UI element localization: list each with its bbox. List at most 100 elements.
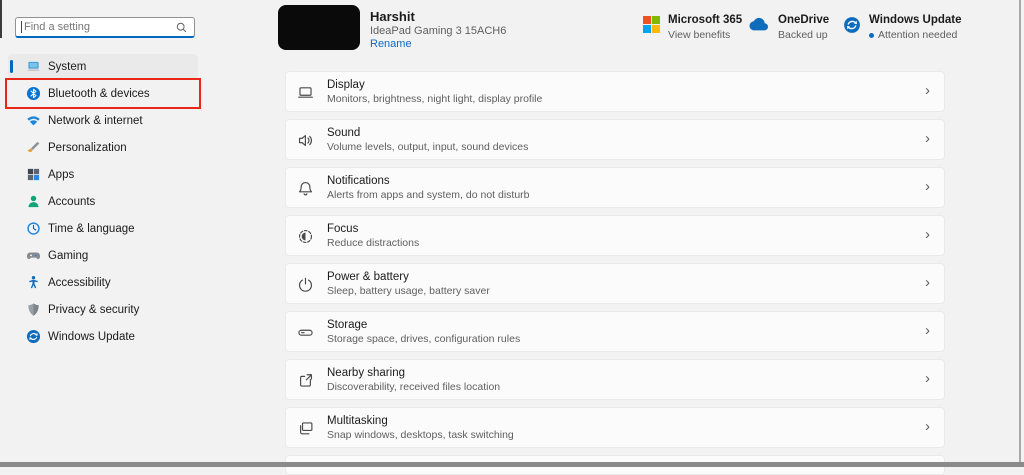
sidebar-item-label: Apps <box>48 169 74 181</box>
sidebar-item-bluetooth-devices[interactable]: Bluetooth & devices <box>8 81 198 106</box>
sidebar-item-system[interactable]: System <box>8 54 198 79</box>
sidebar-item-label: Personalization <box>48 142 127 154</box>
settings-row-nearby-sharing[interactable]: Nearby sharing Discoverability, received … <box>285 359 945 400</box>
badge-title: OneDrive <box>778 14 829 26</box>
chevron-right-icon: › <box>925 82 930 99</box>
chevron-right-icon: › <box>925 322 930 339</box>
sidebar-item-label: Windows Update <box>48 331 135 343</box>
chevron-right-icon: › <box>925 178 930 195</box>
sidebar-item-windows-update[interactable]: Windows Update <box>8 324 198 349</box>
row-subtitle: Sleep, battery usage, battery saver <box>327 285 490 297</box>
apps-icon <box>26 167 41 182</box>
focus-icon <box>297 228 314 245</box>
windows-update-badge-icon <box>843 16 861 34</box>
row-title: Display <box>327 79 542 91</box>
row-title: Multitasking <box>327 415 514 427</box>
row-subtitle: Monitors, brightness, night light, displ… <box>327 93 542 105</box>
bluetooth-icon <box>26 86 41 101</box>
settings-row-focus[interactable]: Focus Reduce distractions › <box>285 215 945 256</box>
rename-link[interactable]: Rename <box>370 38 412 50</box>
row-subtitle: Snap windows, desktops, task switching <box>327 429 514 441</box>
badge-windows-update[interactable]: Windows Update Attention needed <box>843 14 962 41</box>
display-icon <box>297 84 314 101</box>
nearby-sharing-icon <box>297 372 314 389</box>
sidebar-item-time-language[interactable]: Time & language <box>8 216 198 241</box>
power-battery-icon <box>297 276 314 293</box>
chevron-right-icon: › <box>925 418 930 435</box>
row-title: Nearby sharing <box>327 367 500 379</box>
privacy-security-icon <box>26 302 41 317</box>
time-language-icon <box>26 221 41 236</box>
attention-dot-icon <box>869 33 874 38</box>
settings-row-display[interactable]: Display Monitors, brightness, night light… <box>285 71 945 112</box>
row-title: Power & battery <box>327 271 490 283</box>
sidebar-item-personalization[interactable]: Personalization <box>8 135 198 160</box>
sidebar-item-label: Accounts <box>48 196 95 208</box>
taskbar-edge <box>0 462 1024 467</box>
settings-row-sound[interactable]: Sound Volume levels, output, input, sound… <box>285 119 945 160</box>
settings-sidebar: System Bluetooth & devices Network & inter… <box>0 0 205 467</box>
settings-row-storage[interactable]: Storage Storage space, drives, configurat… <box>285 311 945 352</box>
badge-onedrive[interactable]: OneDrive Backed up <box>744 14 829 41</box>
row-title: Storage <box>327 319 520 331</box>
sidebar-item-label: Privacy & security <box>48 304 139 316</box>
row-title: Sound <box>327 127 528 139</box>
row-title: Focus <box>327 223 419 235</box>
device-name: IdeaPad Gaming 3 15ACH6 <box>370 25 506 37</box>
badge-title: Windows Update <box>869 14 962 26</box>
search-box[interactable] <box>15 17 195 38</box>
settings-row-multitasking[interactable]: Multitasking Snap windows, desktops, task… <box>285 407 945 448</box>
badge-subtitle: View benefits <box>668 29 742 41</box>
sidebar-item-accessibility[interactable]: Accessibility <box>8 270 198 295</box>
chevron-right-icon: › <box>925 226 930 243</box>
chevron-right-icon: › <box>925 370 930 387</box>
row-subtitle: Volume levels, output, input, sound devi… <box>327 141 528 153</box>
scrollbar[interactable] <box>1019 0 1021 467</box>
sidebar-nav: System Bluetooth & devices Network & inter… <box>8 54 198 351</box>
settings-row-power-battery[interactable]: Power & battery Sleep, battery usage, bat… <box>285 263 945 304</box>
row-subtitle: Alerts from apps and system, do not dist… <box>327 189 530 201</box>
row-subtitle: Storage space, drives, configuration rul… <box>327 333 520 345</box>
accounts-icon <box>26 194 41 209</box>
storage-icon <box>297 324 314 341</box>
sidebar-item-label: Bluetooth & devices <box>48 88 150 100</box>
accessibility-icon <box>26 275 41 290</box>
system-icon <box>26 59 41 74</box>
badge-microsoft-365[interactable]: Microsoft 365 View benefits <box>643 14 742 41</box>
network-icon <box>26 113 41 128</box>
row-subtitle: Reduce distractions <box>327 237 419 249</box>
selected-indicator-pill <box>10 60 13 73</box>
search-input[interactable] <box>24 21 175 33</box>
sidebar-item-network-internet[interactable]: Network & internet <box>8 108 198 133</box>
sidebar-item-gaming[interactable]: Gaming <box>8 243 198 268</box>
avatar[interactable] <box>278 5 360 50</box>
windows-update-icon <box>26 329 41 344</box>
microsoft-365-icon <box>643 16 660 33</box>
sidebar-item-apps[interactable]: Apps <box>8 162 198 187</box>
multitasking-icon <box>297 420 314 437</box>
sidebar-item-label: Network & internet <box>48 115 143 127</box>
sidebar-item-label: System <box>48 61 86 73</box>
badge-subtitle: Attention needed <box>869 29 962 41</box>
row-subtitle: Discoverability, received files location <box>327 381 500 393</box>
gaming-icon <box>26 248 41 263</box>
sidebar-item-privacy-security[interactable]: Privacy & security <box>8 297 198 322</box>
search-icon[interactable] <box>175 21 188 34</box>
sound-icon <box>297 132 314 149</box>
settings-row-notifications[interactable]: Notifications Alerts from apps and system… <box>285 167 945 208</box>
badge-subtitle: Backed up <box>778 29 829 41</box>
text-cursor <box>21 21 22 33</box>
badge-title: Microsoft 365 <box>668 14 742 26</box>
personalization-icon <box>26 140 41 155</box>
sidebar-item-label: Accessibility <box>48 277 111 289</box>
row-title: Notifications <box>327 175 530 187</box>
chevron-right-icon: › <box>925 274 930 291</box>
notifications-icon <box>297 180 314 197</box>
sidebar-item-accounts[interactable]: Accounts <box>8 189 198 214</box>
sidebar-item-label: Gaming <box>48 250 88 262</box>
user-name: Harshit <box>370 9 415 24</box>
onedrive-icon <box>744 16 770 33</box>
chevron-right-icon: › <box>925 130 930 147</box>
system-settings-list: Display Monitors, brightness, night light… <box>285 71 945 475</box>
sidebar-item-label: Time & language <box>48 223 135 235</box>
